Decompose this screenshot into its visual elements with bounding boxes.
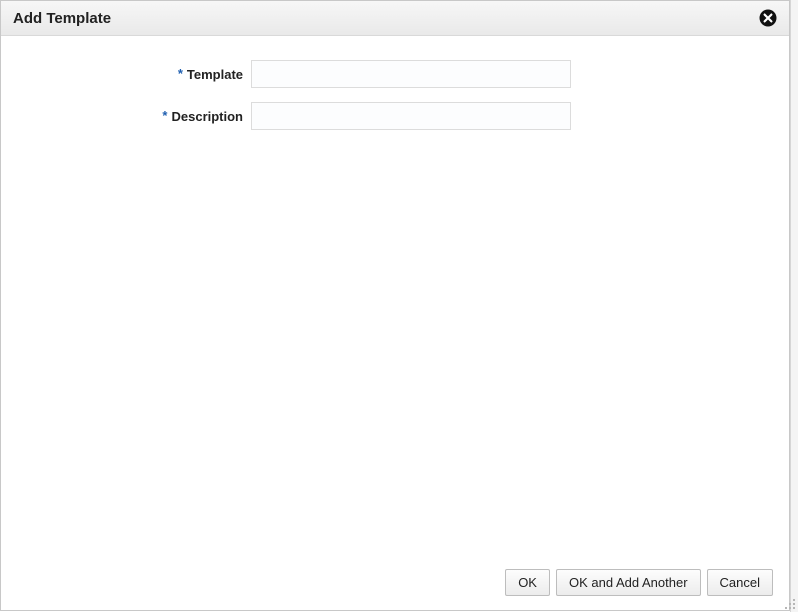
description-label-wrap: * Description xyxy=(21,109,251,124)
ok-button[interactable]: OK xyxy=(505,569,550,596)
required-indicator: * xyxy=(178,66,183,81)
close-icon xyxy=(759,9,777,27)
template-label: Template xyxy=(187,67,243,82)
cancel-button[interactable]: Cancel xyxy=(707,569,773,596)
ok-add-another-button[interactable]: OK and Add Another xyxy=(556,569,701,596)
form-row-description: * Description xyxy=(21,102,769,130)
description-label: Description xyxy=(171,109,243,124)
dialog-body: * Template * Description xyxy=(1,36,789,559)
required-indicator: * xyxy=(162,108,167,123)
resize-handle[interactable] xyxy=(783,597,797,611)
description-input[interactable] xyxy=(251,102,571,130)
add-template-dialog: Add Template * Template * Description xyxy=(0,0,790,611)
dialog-title: Add Template xyxy=(13,10,111,27)
template-label-wrap: * Template xyxy=(21,67,251,82)
dialog-footer: OK OK and Add Another Cancel xyxy=(1,559,789,610)
template-input[interactable] xyxy=(251,60,571,88)
form-row-template: * Template xyxy=(21,60,769,88)
dialog-header: Add Template xyxy=(1,1,789,36)
resize-grip-icon xyxy=(783,597,797,611)
right-edge-strip xyxy=(790,0,798,612)
close-button[interactable] xyxy=(759,9,777,27)
